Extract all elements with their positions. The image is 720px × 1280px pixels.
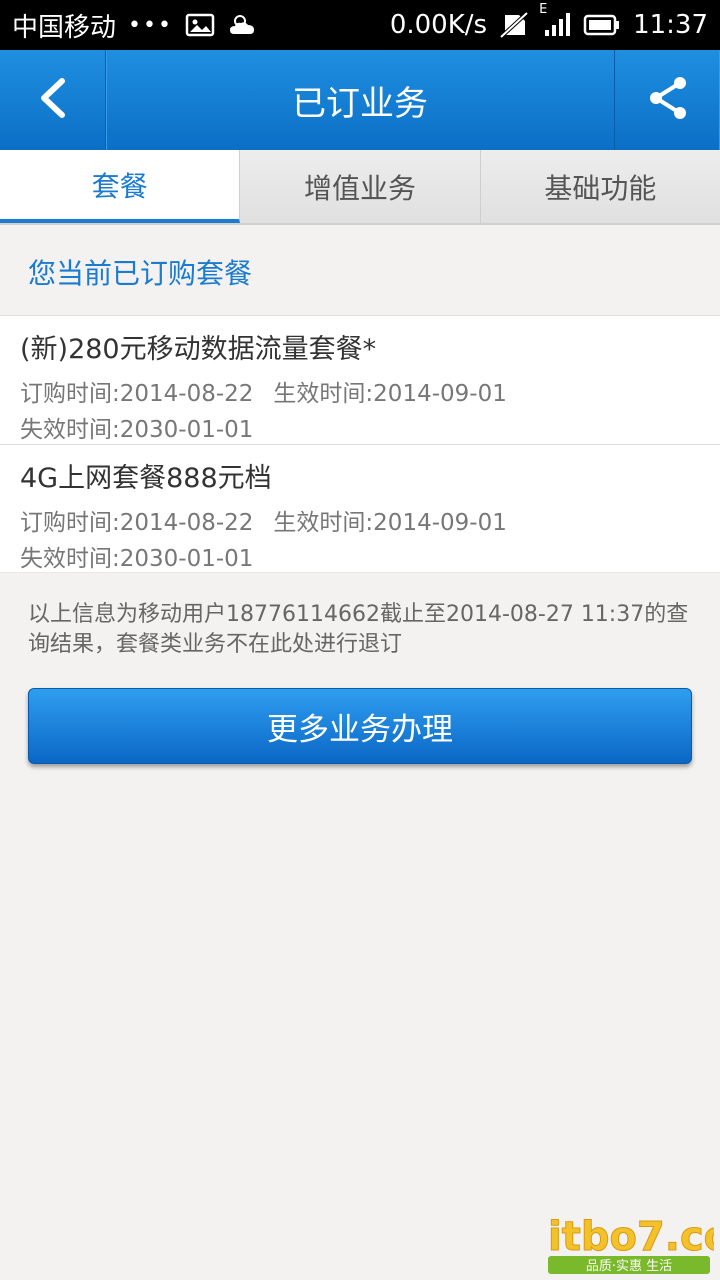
chevron-left-icon: [38, 77, 68, 123]
notification-dots: •••: [128, 12, 173, 38]
order-time: 订购时间:2014-08-22: [20, 381, 254, 407]
back-button[interactable]: [0, 50, 106, 150]
query-result-note: 以上信息为移动用户18776114662截止至2014-08-27 11:37的…: [28, 602, 689, 657]
more-services-button[interactable]: 更多业务办理: [28, 688, 692, 764]
carrier-name: 中国移动: [12, 12, 117, 43]
status-bar: 中国移动 ••• 0.00K/s E 11:37: [0, 0, 720, 50]
order-time: 订购时间:2014-08-22: [20, 510, 254, 536]
clock: 11:37: [633, 10, 708, 40]
tab-packages[interactable]: 套餐: [0, 150, 241, 223]
page-title: 已订业务: [292, 83, 428, 124]
image-icon: [185, 12, 215, 38]
section-title: 您当前已订购套餐: [28, 257, 253, 290]
effective-time: 生效时间:2014-09-01: [273, 510, 507, 536]
weather-cloud-icon: [227, 12, 259, 38]
package-name: 4G上网套餐888元档: [20, 463, 272, 494]
tab-value-added-services[interactable]: 增值业务: [240, 150, 481, 223]
tab-basic-functions[interactable]: 基础功能: [480, 150, 720, 223]
list-item[interactable]: (新)280元移动数据流量套餐* 订购时间:2014-08-22 生效时间:201…: [0, 315, 720, 444]
list-item[interactable]: 4G上网套餐888元档 订购时间:2014-08-22 生效时间:2014-09-…: [0, 444, 720, 573]
package-list: (新)280元移动数据流量套餐* 订购时间:2014-08-22 生效时间:201…: [0, 315, 720, 573]
share-icon: [647, 75, 689, 125]
share-button[interactable]: [614, 50, 720, 150]
no-sim-icon: [499, 11, 529, 39]
app-header: 已订业务: [0, 50, 720, 150]
signal-icon: E: [539, 2, 571, 38]
network-speed: 0.00K/s: [389, 10, 488, 40]
effective-time: 生效时间:2014-09-01: [273, 381, 507, 407]
expire-time: 失效时间:2030-01-01: [20, 417, 254, 443]
tab-bar: 套餐 增值业务 基础功能: [0, 150, 720, 225]
battery-icon: [583, 14, 621, 36]
watermark-slogan: 品质·实惠 生活: [586, 1259, 672, 1274]
watermark-brand: itbo7.com: [548, 1214, 714, 1260]
package-name: (新)280元移动数据流量套餐*: [20, 334, 377, 365]
network-type: E: [539, 2, 548, 17]
watermark-logo: itbo7.com 品质·实惠 生活: [544, 1206, 720, 1276]
expire-time: 失效时间:2030-01-01: [20, 546, 254, 572]
